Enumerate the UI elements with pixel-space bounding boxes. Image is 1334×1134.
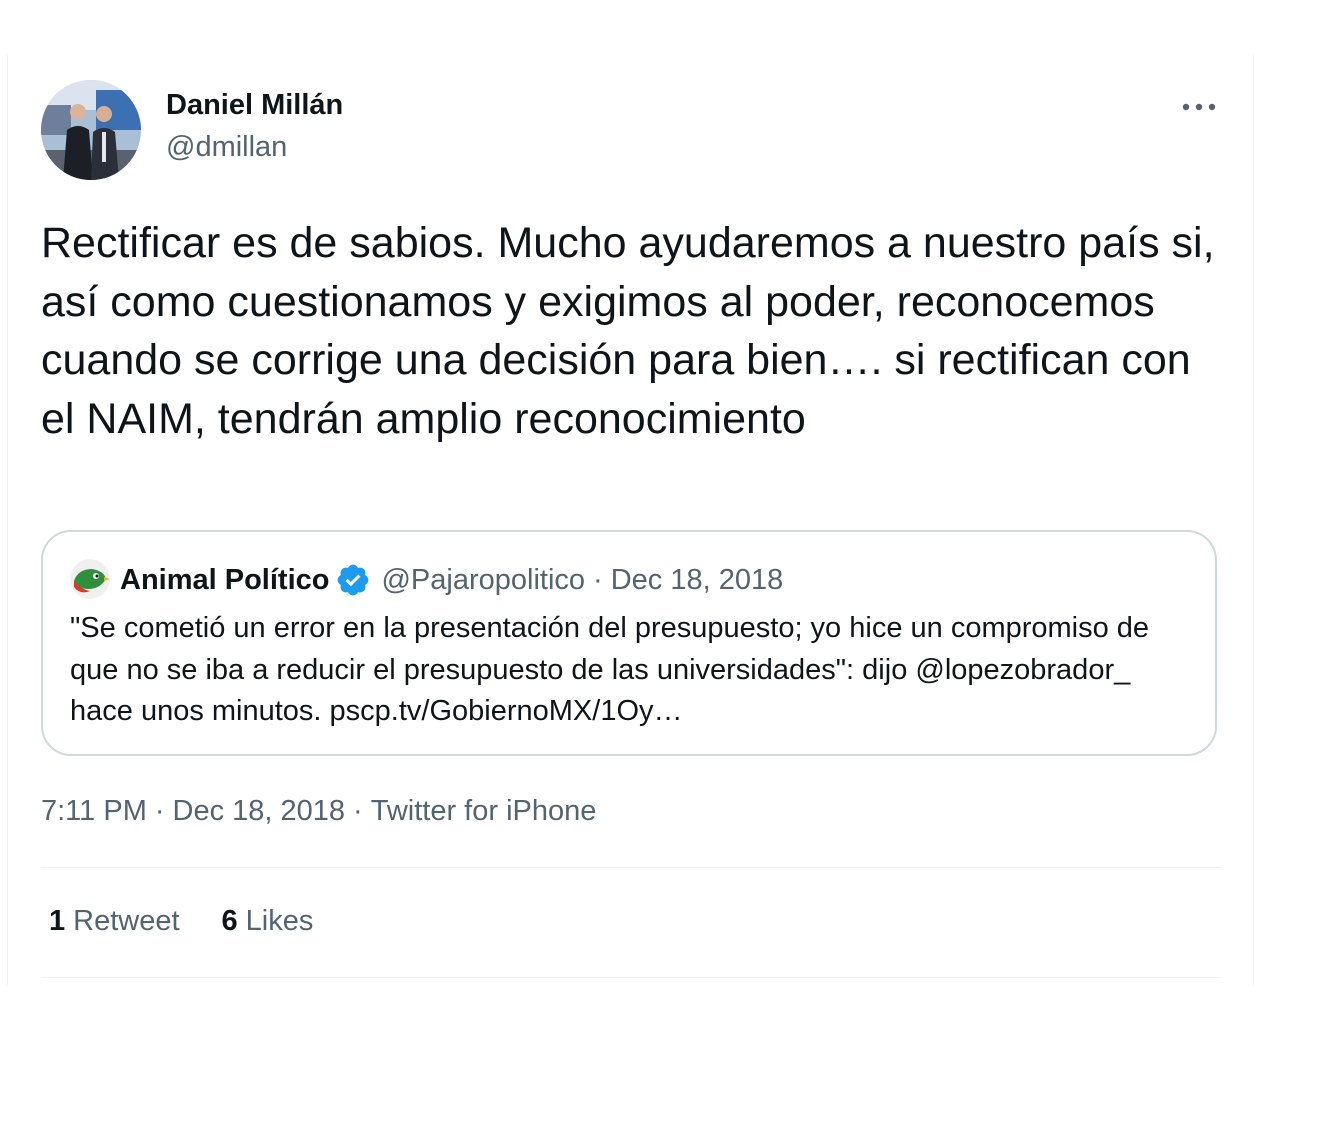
author-avatar[interactable] (41, 80, 141, 180)
quoted-separator: · (593, 563, 603, 596)
retweets-label: Retweet (73, 905, 180, 937)
tweet-source[interactable]: Twitter for iPhone (371, 795, 597, 827)
tweet-date[interactable]: Dec 18, 2018 (173, 795, 346, 827)
quoted-author-name: Animal Político (120, 563, 330, 596)
tweet-time[interactable]: 7:11 PM (41, 795, 147, 827)
more-horizontal-icon (1182, 103, 1216, 111)
quoted-author-avatar (70, 559, 110, 599)
frame-left-border (7, 55, 8, 985)
more-options-button[interactable] (1176, 92, 1222, 122)
verified-badge-icon (335, 562, 371, 598)
retweets-stat[interactable]: 1 Retweet (49, 905, 180, 938)
author-handle[interactable]: @dmillan (166, 131, 287, 164)
likes-count: 6 (221, 905, 238, 937)
tweet-stats: 1 Retweet 6 Likes (49, 905, 355, 938)
quoted-date: Dec 18, 2018 (610, 563, 784, 596)
frame-right-border (1253, 55, 1254, 985)
divider-top (41, 867, 1221, 868)
meta-separator: · (154, 795, 165, 827)
tweet-text: Rectificar es de sabios. Mucho ayudaremo… (41, 219, 1215, 443)
divider-bottom (41, 977, 1221, 978)
likes-stat[interactable]: 6 Likes (222, 905, 314, 938)
quoted-tweet-text: "Se cometió un error en la presentación … (70, 612, 1150, 727)
tweet-meta: 7:11 PM · Dec 18, 2018 · Twitter for iPhone (41, 795, 596, 828)
quoted-author-handle: @Pajaropolitico (381, 563, 586, 596)
quoted-tweet-card[interactable]: Animal Político @Pajaropolitico · Dec 18… (41, 530, 1217, 756)
quoted-tweet-header: Animal Político @Pajaropolitico · Dec 18… (120, 560, 783, 600)
retweets-count: 1 (49, 905, 66, 937)
author-name[interactable]: Daniel Millán (166, 89, 343, 122)
likes-label: Likes (245, 905, 314, 937)
meta-separator: · (353, 795, 363, 827)
